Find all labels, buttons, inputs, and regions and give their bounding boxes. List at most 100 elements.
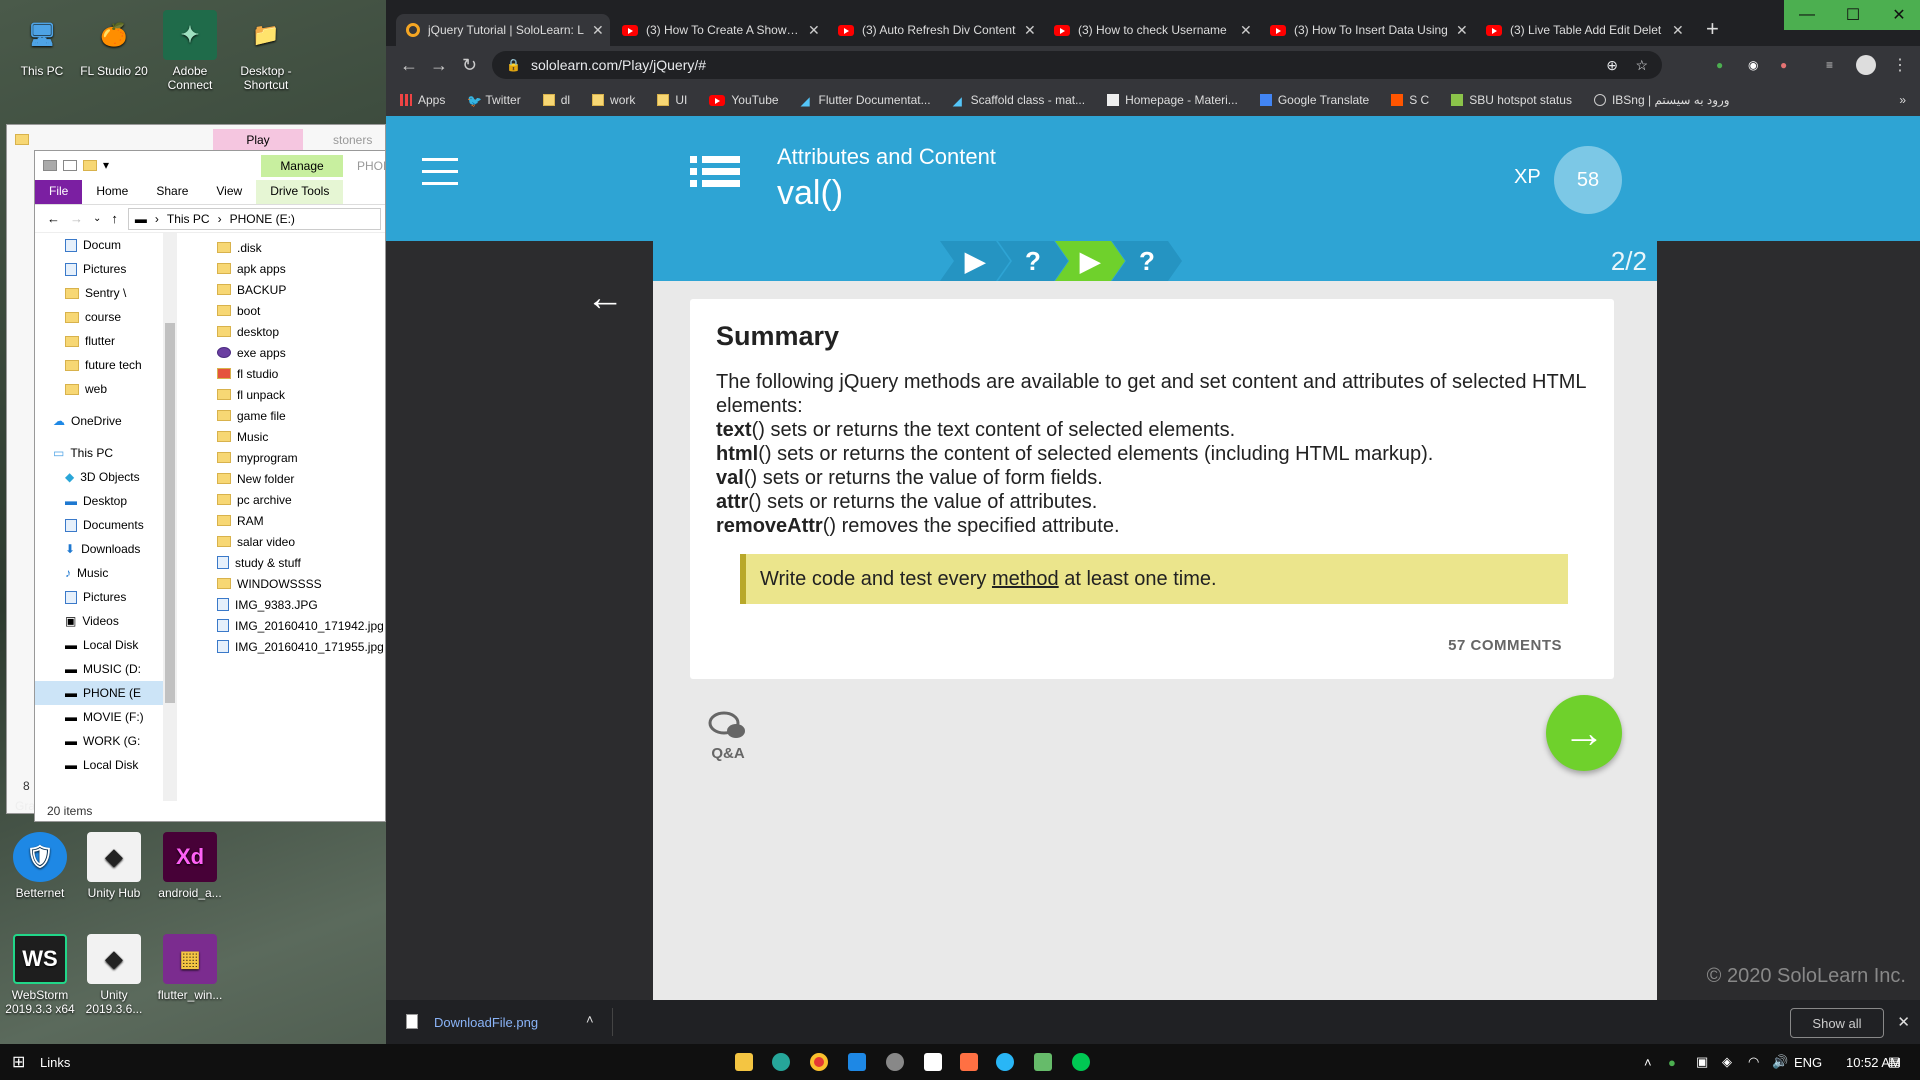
chevron-up-icon[interactable]: ˄: [586, 1012, 594, 1027]
bookmark-ui[interactable]: UI: [657, 93, 687, 107]
nav-item[interactable]: ▬ MUSIC (D:: [35, 657, 163, 681]
tab-play[interactable]: Play: [213, 129, 303, 151]
adobe-xd-desktop-icon[interactable]: Xd android_a...: [150, 832, 230, 900]
list-item[interactable]: salar video: [177, 531, 385, 552]
extension-icon[interactable]: ●: [1780, 58, 1787, 72]
tray-icon[interactable]: ▣: [1696, 1054, 1708, 1070]
wifi-icon[interactable]: ◠: [1748, 1054, 1759, 1070]
desktop-shortcut-icon[interactable]: 📁 Desktop - Shortcut: [226, 10, 306, 93]
app-icon[interactable]: [886, 1053, 904, 1071]
nav-item[interactable]: Documents: [35, 513, 163, 537]
tab-share[interactable]: Share: [142, 180, 202, 204]
tab-youtube-4[interactable]: (3) How To Insert Data Using ✕: [1260, 14, 1474, 46]
new-tab-button[interactable]: +: [1706, 16, 1719, 42]
chrome-icon[interactable]: [810, 1053, 828, 1071]
breadcrumb-this-pc[interactable]: This PC: [167, 212, 210, 226]
app-icon[interactable]: [960, 1053, 978, 1071]
bookmark-twitter[interactable]: 🐦 Twitter: [467, 93, 520, 108]
xp-badge[interactable]: 58: [1554, 146, 1622, 214]
nav-item[interactable]: ◆ 3D Objects: [35, 465, 163, 489]
reload-icon[interactable]: ↻: [462, 55, 477, 76]
close-icon[interactable]: ✕: [1240, 22, 1258, 39]
close-icon[interactable]: ✕: [1024, 22, 1042, 39]
menu-dots-icon[interactable]: ⋮: [1892, 55, 1908, 75]
unity-hub-desktop-icon[interactable]: ◆ Unity Hub: [74, 832, 154, 900]
close-icon[interactable]: ✕: [808, 22, 826, 39]
checkbox-icon[interactable]: [63, 159, 77, 171]
close-window-button[interactable]: ✕: [1876, 0, 1920, 30]
forward-arrow-icon[interactable]: →: [430, 55, 448, 76]
scrollbar-thumb[interactable]: [165, 323, 175, 703]
back-arrow-icon[interactable]: ←: [586, 277, 624, 320]
comments-link[interactable]: 57 COMMENTS: [1448, 637, 1562, 654]
tab-sololearn[interactable]: jQuery Tutorial | SoloLearn: L ✕: [396, 14, 610, 46]
nav-item[interactable]: ▬ Local Disk: [35, 633, 163, 657]
tab-youtube-1[interactable]: (3) How To Create A Show Pa ✕: [612, 14, 826, 46]
address-bar[interactable]: 🔒 sololearn.com/Play/jQuery/# ⊕ ☆: [492, 51, 1662, 79]
zoom-icon[interactable]: ⊕: [1606, 57, 1618, 74]
bookmarks-more[interactable]: »: [1899, 93, 1906, 107]
bookmark-dl[interactable]: dl: [542, 93, 570, 107]
minimize-button[interactable]: —: [1784, 0, 1830, 30]
list-item[interactable]: IMG_20160410_171955.jpg: [177, 636, 385, 657]
up-arrow-icon[interactable]: ↑: [111, 211, 118, 226]
close-icon[interactable]: ✕: [1672, 22, 1690, 39]
star-icon[interactable]: ☆: [1635, 57, 1648, 74]
app-icon[interactable]: [772, 1053, 790, 1071]
avatar[interactable]: [1856, 55, 1876, 75]
chevron-up-icon[interactable]: ˄: [1644, 1055, 1652, 1070]
bookmark-apps[interactable]: Apps: [400, 93, 445, 107]
list-item[interactable]: myprogram: [177, 447, 385, 468]
nav-item[interactable]: ▬ WORK (G:: [35, 729, 163, 753]
app-icon[interactable]: [1034, 1053, 1052, 1071]
next-button[interactable]: →: [1546, 695, 1622, 771]
close-icon[interactable]: ✕: [1456, 22, 1474, 39]
nav-item[interactable]: course: [35, 305, 163, 329]
tab-youtube-5[interactable]: (3) Live Table Add Edit Delet ✕: [1476, 14, 1690, 46]
extension-icon[interactable]: ◉: [1748, 58, 1758, 72]
nav-item[interactable]: ⬇ Downloads: [35, 537, 163, 561]
nav-item[interactable]: Pictures: [35, 257, 163, 281]
bookmark-ibsng[interactable]: IBSng | ورود به سیستم: [1593, 93, 1730, 107]
back-arrow-icon[interactable]: ←: [400, 55, 418, 76]
maximize-button[interactable]: ☐: [1830, 0, 1876, 30]
fl-studio-desktop-icon[interactable]: 🍊 FL Studio 20: [74, 10, 154, 79]
telegram-icon[interactable]: [996, 1053, 1014, 1071]
list-item[interactable]: study & stuff: [177, 552, 385, 573]
media-icon[interactable]: ≡: [1826, 58, 1833, 72]
language-indicator[interactable]: ENG: [1794, 1055, 1822, 1070]
app-icon[interactable]: [1072, 1053, 1090, 1071]
tab-file[interactable]: File: [35, 180, 83, 204]
extension-icon[interactable]: ●: [1716, 58, 1723, 72]
betternet-desktop-icon[interactable]: 🛡 Betternet: [0, 832, 80, 900]
list-item[interactable]: pc archive: [177, 489, 385, 510]
bookmark-google-translate[interactable]: Google Translate: [1259, 93, 1369, 107]
bookmark-scaffold[interactable]: ◢ Scaffold class - mat...: [953, 93, 1086, 108]
bookmark-youtube[interactable]: YouTube: [709, 93, 779, 107]
list-item[interactable]: WINDOWSSSS: [177, 573, 385, 594]
address-bar[interactable]: ▬ › This PC › PHONE (E:): [127, 207, 381, 230]
vscode-icon[interactable]: [848, 1053, 866, 1071]
list-item[interactable]: .disk: [177, 237, 385, 258]
nav-item[interactable]: flutter: [35, 329, 163, 353]
hamburger-menu-icon[interactable]: [422, 158, 458, 186]
bookmark-sbu[interactable]: SBU hotspot status: [1451, 93, 1572, 107]
explorer-window[interactable]: ▾ Manage PHON File Home Share View Drive…: [34, 150, 392, 822]
nav-item[interactable]: ▬ Desktop: [35, 489, 163, 513]
unity-desktop-icon[interactable]: ◆ Unity 2019.3.6...: [74, 934, 154, 1016]
list-item[interactable]: IMG_20160410_171942.jpg: [177, 615, 385, 636]
close-icon[interactable]: ✕: [592, 22, 610, 39]
breadcrumb-phone[interactable]: PHONE (E:): [230, 212, 295, 226]
nav-item-onedrive[interactable]: ☁ OneDrive: [35, 409, 163, 433]
back-arrow-icon[interactable]: ←: [47, 211, 60, 226]
list-item[interactable]: IMG_9383.JPG: [177, 594, 385, 615]
nav-item[interactable]: ▬ Local Disk: [35, 753, 163, 777]
list-item[interactable]: Music: [177, 426, 385, 447]
show-all-button[interactable]: Show all: [1790, 1008, 1884, 1038]
tab-view[interactable]: View: [202, 180, 256, 204]
notification-icon[interactable]: ▤: [1888, 1054, 1900, 1070]
tray-icon[interactable]: ●: [1668, 1055, 1676, 1070]
webstorm-desktop-icon[interactable]: WS WebStorm 2019.3.3 x64: [0, 934, 80, 1016]
onedrive-icon[interactable]: [924, 1053, 942, 1071]
close-icon[interactable]: ✕: [1897, 1013, 1910, 1031]
